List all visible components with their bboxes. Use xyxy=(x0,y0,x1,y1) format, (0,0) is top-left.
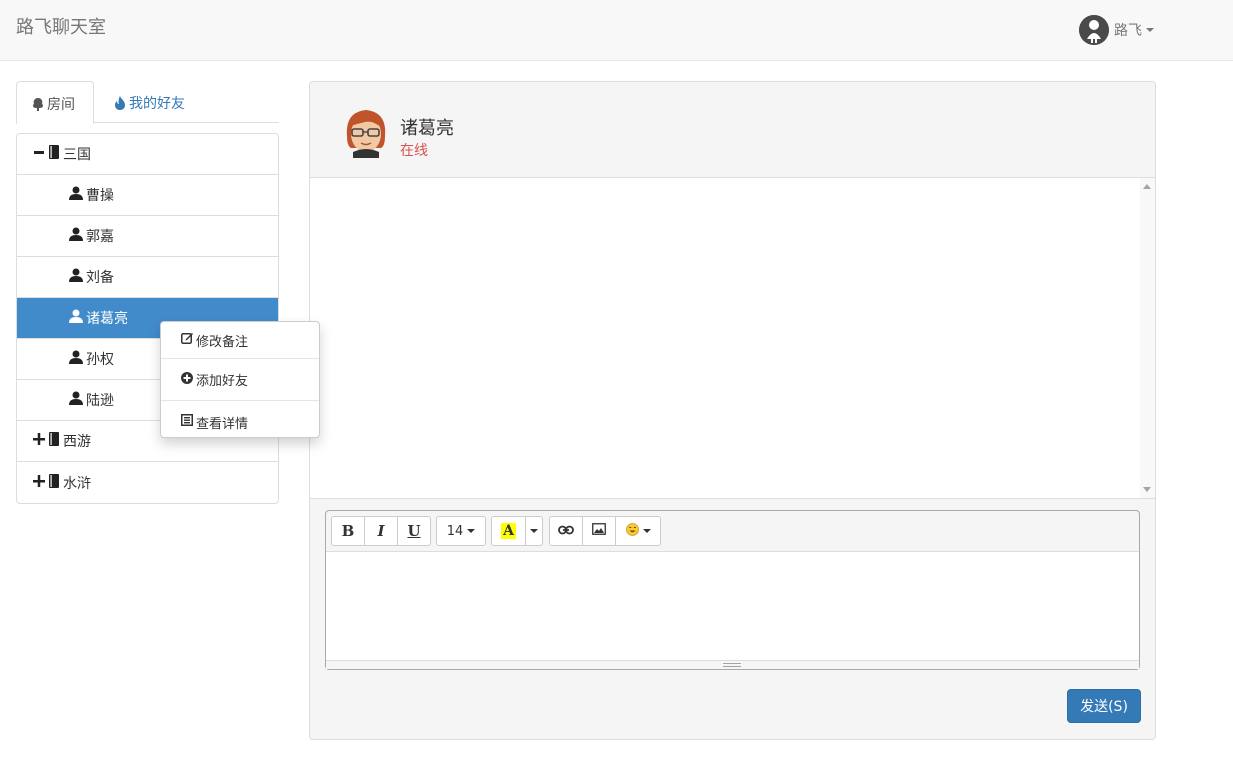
tree-icon xyxy=(32,98,44,115)
context-menu-label: 查看详情 xyxy=(196,416,249,432)
minus-icon xyxy=(33,146,45,162)
context-menu-edit-remark[interactable]: 修改备注 xyxy=(161,322,319,359)
chat-panel: 诸葛亮 在线 B I U 14 A 发送(S) xyxy=(309,81,1156,740)
tree-group-shuihu[interactable]: 水浒 xyxy=(17,462,278,503)
tree-member-label: 孙权 xyxy=(86,352,114,368)
chevron-down-icon xyxy=(642,529,651,533)
user-icon xyxy=(69,309,83,327)
user-icon xyxy=(69,350,83,368)
scroll-up-arrow-icon[interactable] xyxy=(1143,184,1151,189)
room-tree: 三国 曹操 郭嘉 刘备 诸葛亮 孙权 陆逊 西游 水浒 xyxy=(16,133,279,504)
italic-button[interactable]: I xyxy=(364,516,398,546)
contact-status: 在线 xyxy=(400,143,428,159)
chat-header: 诸葛亮 在线 xyxy=(310,82,1155,178)
tab-friends[interactable]: 我的好友 xyxy=(99,81,200,123)
scroll-down-arrow-icon[interactable] xyxy=(1143,487,1151,492)
image-icon xyxy=(592,523,606,539)
font-size-dropdown[interactable]: 14 xyxy=(436,516,486,546)
chevron-down-icon xyxy=(1146,28,1154,32)
context-menu: 修改备注 添加好友 查看详情 xyxy=(160,321,320,438)
tree-member[interactable]: 曹操 xyxy=(17,175,278,216)
edit-icon xyxy=(181,332,193,348)
tree-group-sanguo[interactable]: 三国 xyxy=(17,134,278,175)
editor-toolbar: B I U 14 A xyxy=(326,511,1139,552)
sidebar-tabs: 房间 我的好友 xyxy=(16,81,279,124)
book-icon xyxy=(48,145,60,163)
color-dropdown-button[interactable] xyxy=(525,516,543,546)
contact-avatar[interactable] xyxy=(343,106,389,158)
editor-resize-bar[interactable] xyxy=(326,660,1139,669)
contact-name: 诸葛亮 xyxy=(400,118,454,139)
chevron-down-icon xyxy=(467,529,476,533)
tree-member-label: 陆逊 xyxy=(86,393,114,409)
font-size-value: 14 xyxy=(446,523,464,539)
navbar: 路飞聊天室 路飞 xyxy=(0,0,1233,61)
plus-icon xyxy=(33,433,45,449)
bold-button[interactable]: B xyxy=(331,516,365,546)
color-group: A xyxy=(491,516,543,546)
highlight-letter-icon: A xyxy=(501,523,516,539)
tree-member-label: 郭嘉 xyxy=(86,229,114,245)
resize-grip-icon[interactable] xyxy=(723,663,741,667)
context-menu-label: 修改备注 xyxy=(196,334,249,350)
user-avatar xyxy=(1079,15,1109,45)
user-icon xyxy=(69,391,83,409)
font-size-group: 14 xyxy=(436,516,486,546)
tree-member-label: 诸葛亮 xyxy=(86,311,128,327)
user-menu[interactable]: 路飞 xyxy=(1079,14,1154,46)
context-menu-add-friend[interactable]: 添加好友 xyxy=(161,359,319,401)
tab-rooms-label: 房间 xyxy=(47,97,75,113)
underline-button[interactable]: U xyxy=(397,516,431,546)
emoji-icon xyxy=(625,522,639,540)
chevron-down-icon xyxy=(530,529,538,533)
tree-member[interactable]: 刘备 xyxy=(17,257,278,298)
tree-group-label: 水浒 xyxy=(63,475,91,492)
fire-icon xyxy=(114,96,126,114)
plus-circle-icon xyxy=(181,371,193,388)
link-button[interactable] xyxy=(549,516,583,546)
format-button-group: B I U xyxy=(331,516,431,546)
message-scrollbar[interactable] xyxy=(1140,178,1155,498)
message-input[interactable] xyxy=(326,552,1139,660)
tree-group-label: 西游 xyxy=(63,434,91,450)
plus-icon xyxy=(33,474,45,491)
emoji-button[interactable] xyxy=(615,516,661,546)
context-menu-label: 添加好友 xyxy=(196,374,249,389)
book-icon xyxy=(48,473,60,492)
text-color-button[interactable]: A xyxy=(491,516,526,546)
details-icon xyxy=(181,414,193,430)
message-editor: B I U 14 A xyxy=(325,510,1140,670)
tree-member[interactable]: 郭嘉 xyxy=(17,216,278,257)
app-title[interactable]: 路飞聊天室 xyxy=(16,13,106,39)
context-menu-view-details[interactable]: 查看详情 xyxy=(161,401,319,443)
user-icon xyxy=(69,227,83,245)
message-area[interactable] xyxy=(310,178,1155,499)
send-button[interactable]: 发送(S) xyxy=(1067,689,1141,723)
link-icon xyxy=(558,524,574,539)
tree-member-label: 刘备 xyxy=(86,270,114,286)
tree-group-label: 三国 xyxy=(63,147,91,163)
insert-group xyxy=(549,516,661,546)
image-button[interactable] xyxy=(582,516,616,546)
user-icon xyxy=(69,268,83,286)
tab-friends-label: 我的好友 xyxy=(129,96,185,112)
user-icon xyxy=(69,186,83,204)
book-icon xyxy=(48,432,60,450)
tab-rooms[interactable]: 房间 xyxy=(16,81,94,124)
user-name: 路飞 xyxy=(1114,23,1142,39)
tree-member-label: 曹操 xyxy=(86,188,114,204)
